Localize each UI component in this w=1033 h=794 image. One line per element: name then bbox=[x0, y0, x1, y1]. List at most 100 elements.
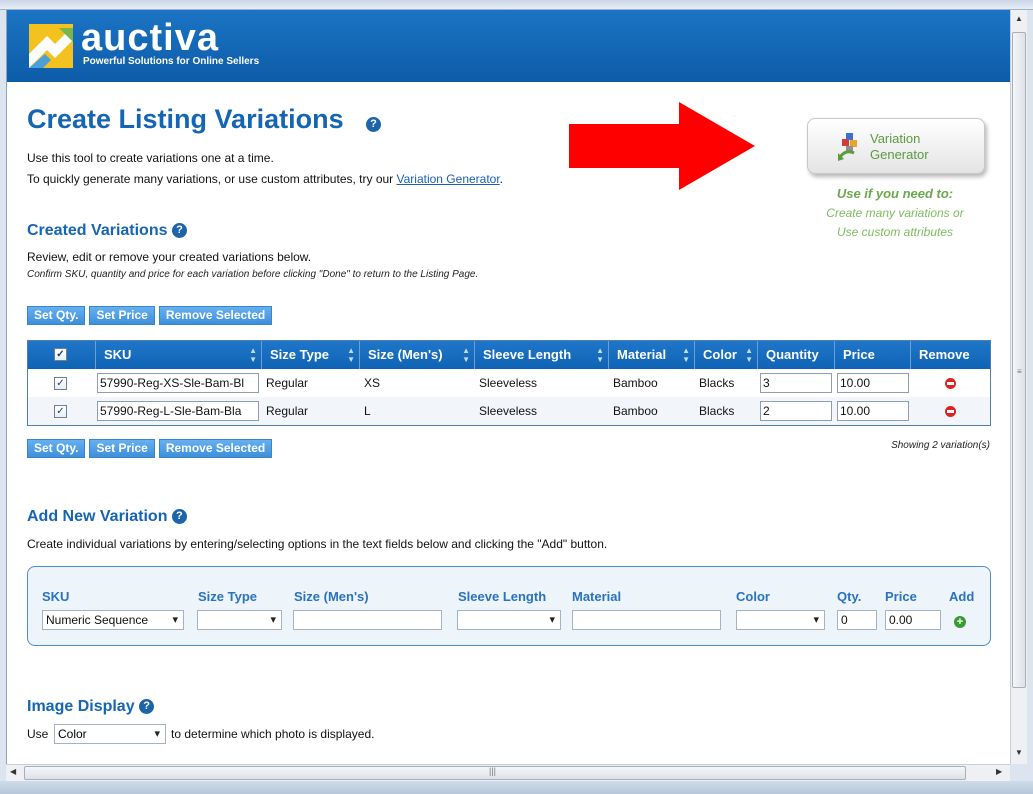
sku-input[interactable]: 57990-Reg-XS-Sle-Bam-Bl bbox=[97, 373, 259, 393]
quantity-input[interactable]: 2 bbox=[760, 401, 832, 421]
color-select[interactable] bbox=[736, 610, 825, 630]
horizontal-scrollbar[interactable]: ◀ ||| ▶ bbox=[6, 764, 1010, 781]
select-all-checkbox[interactable]: ✓ bbox=[54, 348, 67, 361]
sku-input[interactable]: 57990-Reg-L-Sle-Bam-Bla bbox=[97, 401, 259, 421]
price-label: Price bbox=[885, 589, 917, 604]
table-row: ✓ 57990-Reg-XS-Sle-Bam-Bl Regular XS Sle… bbox=[28, 369, 990, 397]
scroll-down-icon[interactable]: ▼ bbox=[1015, 748, 1023, 757]
sleeve-length-label: Sleeve Length bbox=[458, 589, 547, 604]
window-bottom-edge bbox=[0, 781, 1033, 794]
scroll-right-icon[interactable]: ▶ bbox=[996, 767, 1002, 776]
add-variation-title: Add New Variation ? bbox=[27, 508, 187, 526]
browser-window: auctiva Powerful Solutions for Online Se… bbox=[0, 0, 1033, 794]
add-variation-desc: Create individual variations by entering… bbox=[27, 537, 608, 551]
column-quantity: Quantity bbox=[758, 341, 835, 369]
table-row: ✓ 57990-Reg-L-Sle-Bam-Bla Regular L Slee… bbox=[28, 397, 990, 425]
size-input[interactable] bbox=[293, 610, 442, 630]
set-price-button[interactable]: Set Price bbox=[89, 306, 155, 325]
intro-line-1: Use this tool to create variations one a… bbox=[27, 151, 274, 165]
price-input[interactable]: 10.00 bbox=[837, 401, 909, 421]
variations-table: ✓ SKU ▲ ▼ Size Type ▲ ▼ Size (Men's) ▲ ▼ Sleev… bbox=[27, 340, 991, 426]
size-type-label: Size Type bbox=[198, 589, 258, 604]
size-type-cell: Regular bbox=[266, 376, 309, 390]
size-type-cell: Regular bbox=[266, 404, 309, 418]
row-checkbox[interactable]: ✓ bbox=[54, 377, 67, 390]
logo-tagline: Powerful Solutions for Online Sellers bbox=[83, 56, 260, 67]
column-size-type-label: Size Type bbox=[270, 347, 330, 362]
sleeve-length-select[interactable] bbox=[457, 610, 561, 630]
size-cell: XS bbox=[364, 376, 381, 390]
color-cell: Blacks bbox=[699, 404, 735, 418]
red-arrow-icon bbox=[569, 102, 755, 190]
sort-icon[interactable]: ▲ ▼ bbox=[596, 346, 604, 364]
remove-icon[interactable] bbox=[945, 406, 956, 417]
variation-generator-label: Variation Generator bbox=[870, 131, 929, 163]
auctiva-logo-icon[interactable] bbox=[29, 24, 73, 68]
grip-icon: ||| bbox=[489, 766, 497, 776]
scroll-left-icon[interactable]: ◀ bbox=[10, 767, 16, 776]
set-qty-button[interactable]: Set Qty. bbox=[27, 439, 86, 458]
sort-icon[interactable]: ▲ ▼ bbox=[462, 346, 470, 364]
sort-icon[interactable]: ▲ ▼ bbox=[347, 346, 355, 364]
help-icon[interactable]: ? bbox=[366, 117, 381, 132]
column-size[interactable]: Size (Men's) ▲ ▼ bbox=[360, 341, 475, 369]
set-qty-button[interactable]: Set Qty. bbox=[27, 306, 86, 325]
remove-selected-button[interactable]: Remove Selected bbox=[158, 439, 273, 458]
column-sleeve-length[interactable]: Sleeve Length ▲ ▼ bbox=[475, 341, 609, 369]
column-size-type[interactable]: Size Type ▲ ▼ bbox=[262, 341, 360, 369]
intro-line-2-suffix: . bbox=[499, 172, 504, 186]
variation-generator-label-2: Generator bbox=[870, 147, 929, 162]
image-display-title-text: Image Display bbox=[27, 698, 135, 715]
created-variations-title: Created Variations ? bbox=[27, 222, 187, 240]
sleeve-cell: Sleeveless bbox=[479, 376, 538, 390]
remove-selected-button[interactable]: Remove Selected bbox=[158, 306, 273, 325]
variation-cubes-icon bbox=[838, 133, 857, 161]
sort-icon[interactable]: ▲ ▼ bbox=[745, 346, 753, 364]
remove-icon[interactable] bbox=[945, 378, 956, 389]
sku-select[interactable]: Numeric Sequence bbox=[42, 610, 184, 630]
variation-generator-button[interactable]: Variation Generator bbox=[807, 118, 985, 174]
add-icon[interactable]: + bbox=[954, 616, 966, 628]
horizontal-scroll-thumb[interactable]: ||| bbox=[24, 766, 966, 780]
scroll-up-icon[interactable]: ▲ bbox=[1015, 14, 1023, 23]
material-label: Material bbox=[572, 589, 622, 604]
column-material[interactable]: Material ▲ ▼ bbox=[609, 341, 695, 369]
generator-note-title: Use if you need to: bbox=[836, 186, 954, 201]
row-checkbox[interactable]: ✓ bbox=[54, 405, 67, 418]
qty-label: Qty. bbox=[837, 589, 862, 604]
sort-icon[interactable]: ▲ ▼ bbox=[249, 346, 257, 364]
price-input[interactable]: 0.00 bbox=[885, 610, 941, 630]
quantity-input[interactable]: 3 bbox=[760, 373, 832, 393]
add-variation-title-text: Add New Variation bbox=[27, 508, 168, 525]
help-icon[interactable]: ? bbox=[171, 223, 187, 239]
help-icon[interactable]: ? bbox=[139, 699, 155, 715]
column-size-label: Size (Men's) bbox=[368, 347, 443, 362]
image-display-select[interactable]: Color bbox=[54, 724, 166, 744]
color-cell: Blacks bbox=[699, 376, 735, 390]
help-icon[interactable]: ? bbox=[171, 509, 187, 525]
qty-input[interactable]: 0 bbox=[837, 610, 877, 630]
set-price-button[interactable]: Set Price bbox=[89, 439, 155, 458]
column-sleeve-label: Sleeve Length bbox=[483, 347, 572, 362]
variation-generator-link[interactable]: Variation Generator bbox=[397, 172, 500, 186]
image-display-prefix: Use bbox=[27, 727, 49, 741]
sort-icon[interactable]: ▲ ▼ bbox=[682, 346, 690, 364]
column-sku-label: SKU bbox=[104, 347, 132, 362]
showing-count: Showing 2 variation(s) bbox=[891, 440, 990, 451]
column-material-label: Material bbox=[617, 347, 667, 362]
created-variations-note: Confirm SKU, quantity and price for each… bbox=[27, 269, 479, 280]
logo-text[interactable]: auctiva bbox=[81, 18, 219, 58]
vertical-scrollbar[interactable]: ▲ ≡ ▼ bbox=[1010, 10, 1027, 764]
size-label: Size (Men's) bbox=[294, 589, 369, 604]
material-input[interactable] bbox=[572, 610, 721, 630]
vertical-scroll-thumb[interactable]: ≡ bbox=[1012, 32, 1026, 688]
top-action-buttons: Set Qty. Set Price Remove Selected bbox=[27, 306, 273, 325]
column-color[interactable]: Color ▲ ▼ bbox=[695, 341, 758, 369]
price-input[interactable]: 10.00 bbox=[837, 373, 909, 393]
add-variation-form: SKU Size Type Size (Men's) Sleeve Length… bbox=[27, 566, 991, 646]
column-sku[interactable]: SKU ▲ ▼ bbox=[96, 341, 262, 369]
column-color-label: Color bbox=[703, 347, 737, 362]
size-type-select[interactable] bbox=[197, 610, 282, 630]
column-price: Price bbox=[835, 341, 911, 369]
sleeve-cell: Sleeveless bbox=[479, 404, 538, 418]
